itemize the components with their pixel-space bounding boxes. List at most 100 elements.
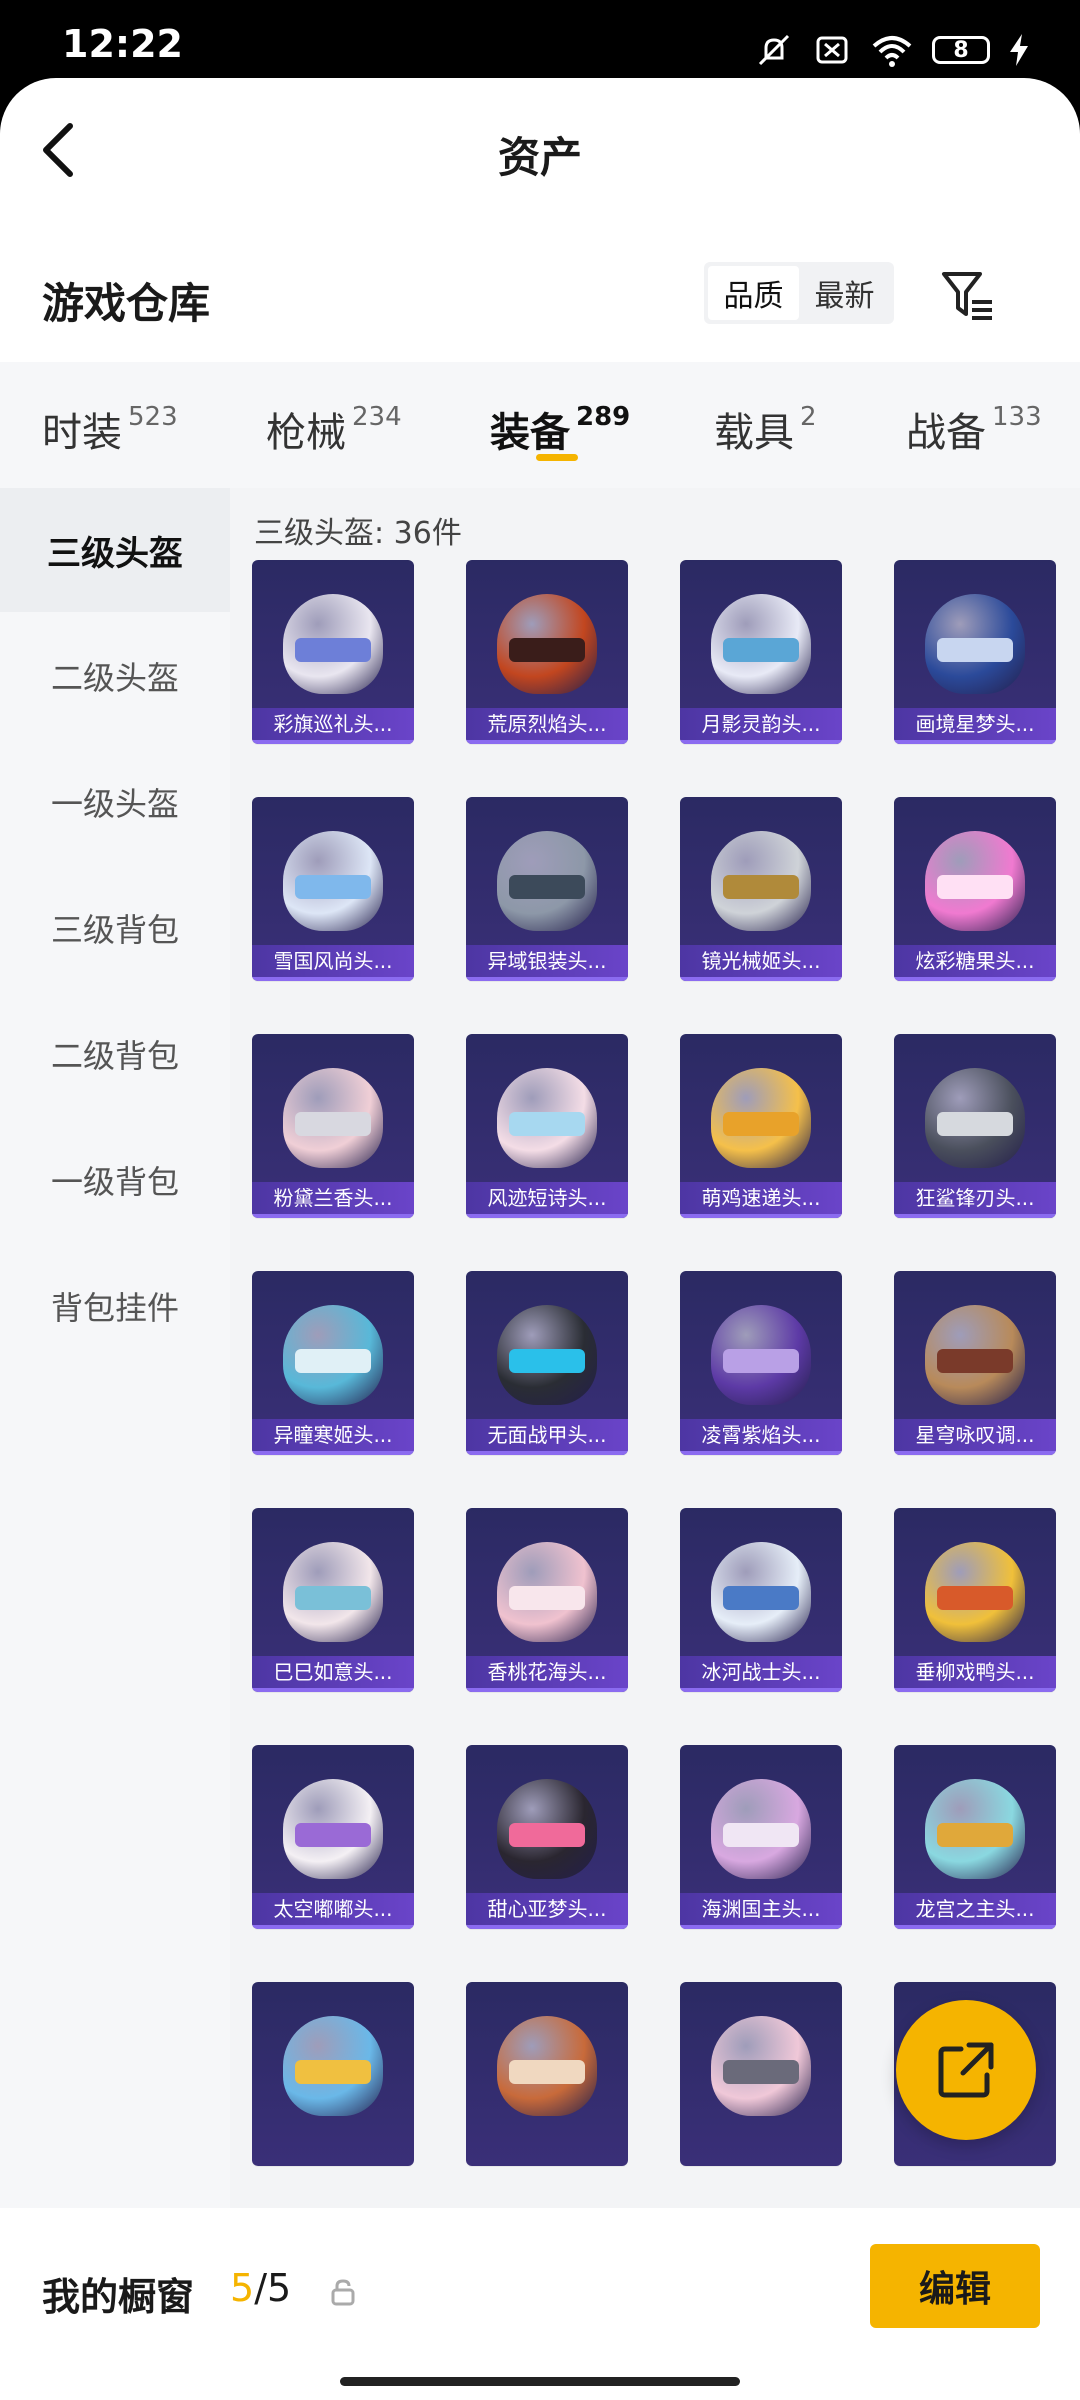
status-icons: 8: [754, 30, 1030, 70]
active-tab-indicator: [536, 454, 578, 461]
showcase-total: /5: [254, 2266, 292, 2310]
helmet-visor: [937, 1823, 1013, 1847]
wifi-icon: [872, 36, 912, 67]
share-icon: [938, 2042, 994, 2098]
item-name: 垂柳戏鸭头...: [894, 1656, 1056, 1692]
item-card[interactable]: 雪国风尚头...: [252, 797, 414, 981]
item-card[interactable]: 冰河战士头...: [680, 1508, 842, 1692]
item-card[interactable]: 太空嘟嘟头...: [252, 1745, 414, 1929]
home-indicator[interactable]: [340, 2377, 740, 2386]
helmet-visor: [509, 1112, 585, 1136]
item-card[interactable]: 荒原烈焰头...: [466, 560, 628, 744]
sidebar-item-level1-backpack[interactable]: 一级背包: [0, 1118, 230, 1242]
warehouse-title: 游戏仓库: [42, 279, 211, 328]
item-card[interactable]: 彩旗巡礼头...: [252, 560, 414, 744]
helmet-image: [283, 1305, 383, 1405]
helmet-visor: [295, 2060, 371, 2084]
helmet-image: [711, 1779, 811, 1879]
helmet-image: [497, 831, 597, 931]
item-name: 狂鲨锋刃头...: [894, 1182, 1056, 1218]
category-tabs: 时装 523 枪械 234 装备 289 载具 2 战备 133: [0, 362, 1080, 490]
subcategory-sidebar: 三级头盔 二级头盔 一级头盔 三级背包 二级背包 一级背包 背包挂件: [0, 488, 230, 2208]
item-card[interactable]: 风迹短诗头...: [466, 1034, 628, 1218]
item-card[interactable]: 无面战甲头...: [466, 1271, 628, 1455]
tab-label: 装备: [490, 410, 570, 456]
helmet-visor: [509, 1823, 585, 1847]
tab-equipment[interactable]: 装备 289: [490, 400, 630, 458]
battery-icon: 8: [932, 36, 990, 64]
sidebar-item-level3-helmet[interactable]: 三级头盔: [0, 488, 230, 612]
helmet-image: [497, 1068, 597, 1168]
item-card[interactable]: 异瞳寒姬头...: [252, 1271, 414, 1455]
sort-quality-button[interactable]: 品质: [708, 266, 799, 320]
item-card[interactable]: 狂鲨锋刃头...: [894, 1034, 1056, 1218]
tab-label: 载具: [714, 410, 794, 456]
item-name: 萌鸡速递头...: [680, 1182, 842, 1218]
item-name: 星穹咏叹调...: [894, 1419, 1056, 1455]
item-name: 香桃花海头...: [466, 1656, 628, 1692]
tab-firearms[interactable]: 枪械 234: [266, 400, 402, 458]
item-count-label: 三级头盔: 36件: [254, 516, 462, 551]
helmet-image: [283, 1068, 383, 1168]
sidebar-item-level2-helmet[interactable]: 二级头盔: [0, 614, 230, 738]
tab-fashion[interactable]: 时装 523: [42, 400, 178, 458]
filter-icon[interactable]: [940, 268, 996, 324]
item-card[interactable]: 凌霄紫焰头...: [680, 1271, 842, 1455]
sidebar-item-level3-backpack[interactable]: 三级背包: [0, 866, 230, 990]
item-card[interactable]: 星穹咏叹调...: [894, 1271, 1056, 1455]
item-card[interactable]: 异域银装头...: [466, 797, 628, 981]
item-card[interactable]: 镜光械姬头...: [680, 797, 842, 981]
header: 资产: [0, 78, 1080, 228]
item-name: 画境星梦头...: [894, 708, 1056, 744]
tab-war-prep[interactable]: 战备 133: [906, 400, 1042, 458]
helmet-image: [283, 594, 383, 694]
helmet-image: [283, 1542, 383, 1642]
item-card[interactable]: [680, 1982, 842, 2166]
tab-vehicles[interactable]: 载具 2: [714, 400, 817, 458]
helmet-visor: [295, 875, 371, 899]
helmet-image: [711, 594, 811, 694]
item-name: 异瞳寒姬头...: [252, 1419, 414, 1455]
item-card[interactable]: 月影灵韵头...: [680, 560, 842, 744]
sidebar-item-backpack-charm[interactable]: 背包挂件: [0, 1244, 230, 1368]
helmet-image: [497, 2016, 597, 2116]
item-name: 凌霄紫焰头...: [680, 1419, 842, 1455]
helmet-image: [497, 1542, 597, 1642]
item-card[interactable]: 炫彩糖果头...: [894, 797, 1056, 981]
sidebar-item-level1-helmet[interactable]: 一级头盔: [0, 740, 230, 864]
helmet-image: [283, 2016, 383, 2116]
helmet-image: [497, 1779, 597, 1879]
tab-label: 时装: [42, 410, 122, 456]
helmet-visor: [723, 1823, 799, 1847]
item-card[interactable]: [252, 1982, 414, 2166]
item-card[interactable]: [466, 1982, 628, 2166]
helmet-visor: [723, 1349, 799, 1373]
share-button[interactable]: [896, 2000, 1036, 2140]
edit-button[interactable]: 编辑: [870, 2244, 1040, 2328]
item-card[interactable]: 龙宫之主头...: [894, 1745, 1056, 1929]
helmet-visor: [937, 1586, 1013, 1610]
helmet-visor: [295, 1823, 371, 1847]
item-card[interactable]: 巳巳如意头...: [252, 1508, 414, 1692]
item-card[interactable]: 画境星梦头...: [894, 560, 1056, 744]
item-card[interactable]: 萌鸡速递头...: [680, 1034, 842, 1218]
item-name: 甜心亚梦头...: [466, 1893, 628, 1929]
showcase-used: 5: [230, 2266, 255, 2310]
item-card[interactable]: 粉黛兰香头...: [252, 1034, 414, 1218]
helmet-image: [711, 1305, 811, 1405]
helmet-visor: [509, 1349, 585, 1373]
helmet-visor: [295, 1349, 371, 1373]
item-name: 炫彩糖果头...: [894, 945, 1056, 981]
sort-latest-button[interactable]: 最新: [799, 266, 890, 320]
helmet-image: [711, 1068, 811, 1168]
sidebar-item-level2-backpack[interactable]: 二级背包: [0, 992, 230, 1116]
helmet-image: [711, 2016, 811, 2116]
item-card[interactable]: 垂柳戏鸭头...: [894, 1508, 1056, 1692]
item-card[interactable]: 香桃花海头...: [466, 1508, 628, 1692]
helmet-visor: [509, 875, 585, 899]
item-card[interactable]: 甜心亚梦头...: [466, 1745, 628, 1929]
item-name: 月影灵韵头...: [680, 708, 842, 744]
helmet-visor: [723, 638, 799, 662]
helmet-visor: [723, 2060, 799, 2084]
item-card[interactable]: 海渊国主头...: [680, 1745, 842, 1929]
